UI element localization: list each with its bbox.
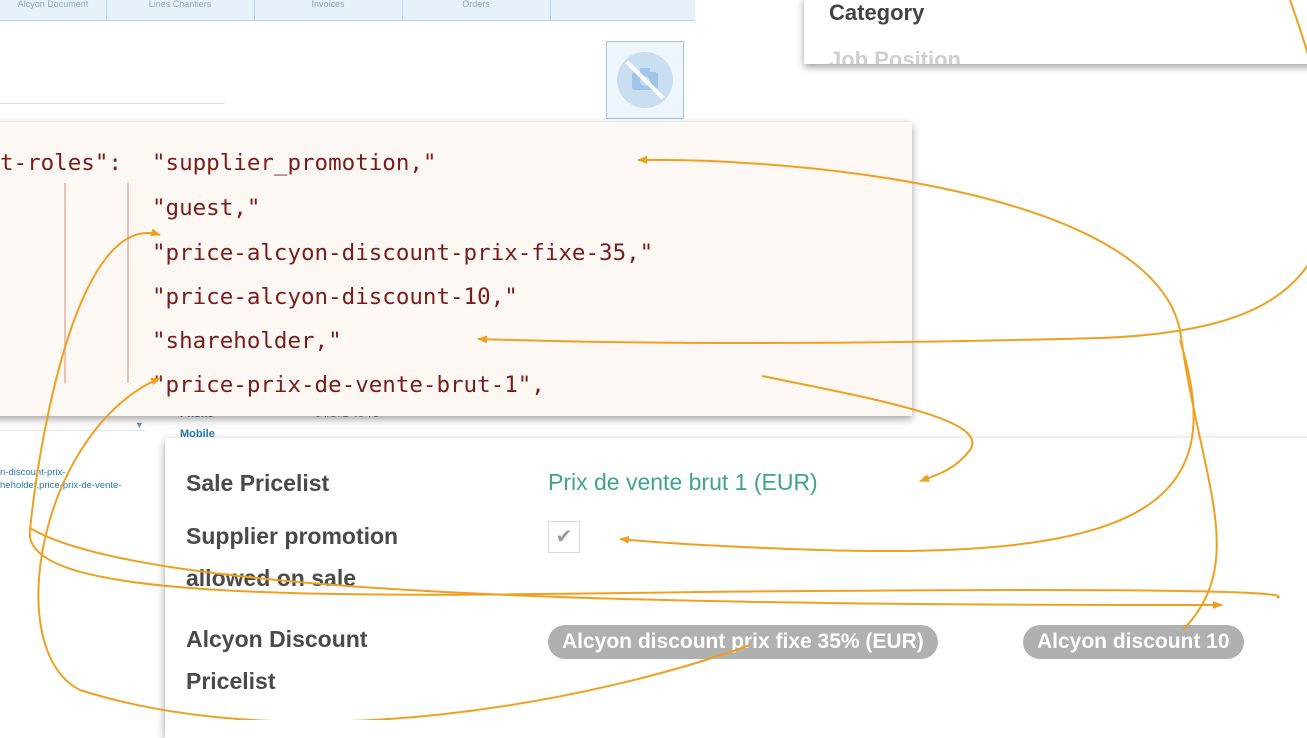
job-position-label: Job Position <box>829 47 961 64</box>
code-value-guest: "guest," <box>152 195 261 221</box>
caret-down-icon[interactable]: ▼ <box>135 420 144 430</box>
category-label: Category <box>829 0 925 25</box>
code-indent-guide <box>64 183 66 383</box>
background-tab-bar: Alcyon Document Lines Chantiers Invoices… <box>0 0 695 21</box>
discount-tag-prix-fixe-35[interactable]: Alcyon discount prix fixe 35% (EUR) <box>548 625 938 659</box>
alcyon-discount-label: Alcyon Discount <box>186 626 368 652</box>
tab-alcyon-document[interactable]: Alcyon Document <box>0 0 107 20</box>
partner-roles-background-text: n-discount-prix- heholder,price-prix-de-… <box>0 467 122 491</box>
code-value-supplier-promotion: "supplier_promotion," <box>152 150 437 176</box>
sale-pricelist-link[interactable]: Prix de vente brut 1 (EUR) <box>548 469 818 496</box>
code-value-discount-10: "price-alcyon-discount-10," <box>152 284 518 310</box>
category-zoom-card: Category Job Position <box>804 0 1307 64</box>
alcyon-discount-label-line2: Pricelist <box>186 668 276 694</box>
contact-photo[interactable] <box>606 41 684 119</box>
code-value-shareholder: "shareholder," <box>152 328 342 354</box>
tab-orders[interactable]: Orders <box>402 0 551 20</box>
supplier-promotion-checkbox[interactable]: ✔ <box>548 521 580 553</box>
supplier-promotion-label-line2: allowed on sale <box>186 565 356 591</box>
code-value-discount-35: "price-alcyon-discount-prix-fixe-35," <box>152 240 654 266</box>
discount-tag-10[interactable]: Alcyon discount 10 <box>1023 625 1244 659</box>
sale-pricelist-label: Sale Pricelist <box>186 470 330 496</box>
code-value-prix-de-vente: "price-prix-de-vente-brut-1", <box>152 372 545 398</box>
code-indent-guide <box>127 183 129 383</box>
background-separator <box>0 430 145 431</box>
tab-lines-chantiers[interactable]: Lines Chantiers <box>106 0 255 20</box>
no-camera-icon <box>617 52 673 108</box>
code-key: t-roles": <box>0 150 122 176</box>
supplier-promotion-label: Supplier promotion <box>186 523 399 549</box>
tab-invoices[interactable]: Invoices <box>254 0 403 20</box>
background-field-underline <box>0 103 225 104</box>
checkmark-icon: ✔ <box>555 526 573 548</box>
